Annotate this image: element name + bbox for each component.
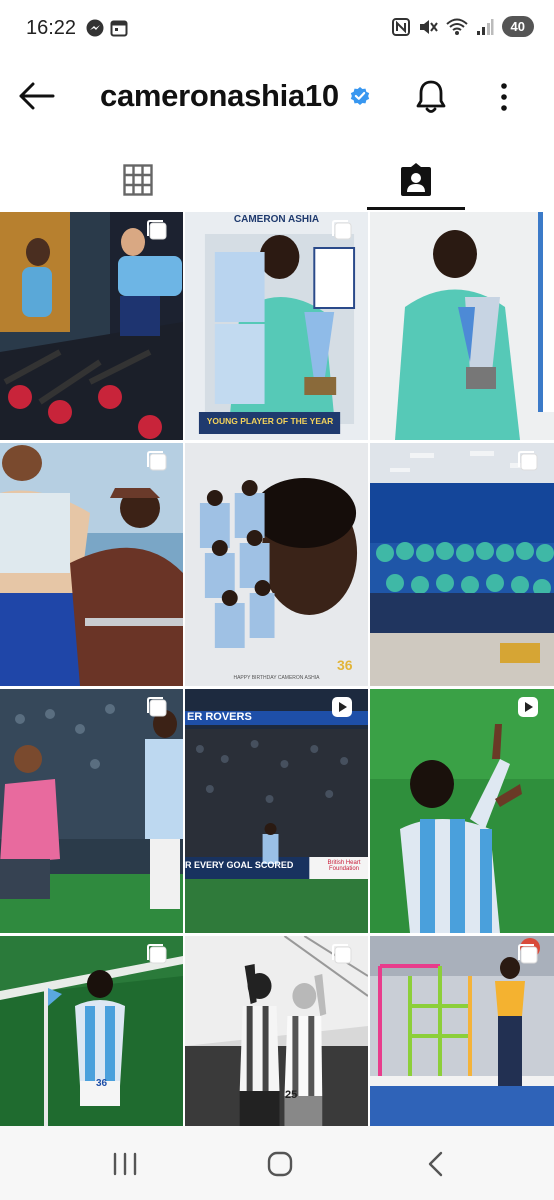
home-icon <box>267 1151 293 1177</box>
post-thumbnail[interactable] <box>0 212 183 440</box>
recents-button[interactable] <box>95 1142 155 1186</box>
nfc-icon <box>391 17 410 36</box>
status-bar: 16:22 40 <box>0 0 554 58</box>
post-image <box>185 689 368 933</box>
sponsor-board-text: British Heart Foundation <box>327 860 361 872</box>
carousel-icon <box>147 944 167 964</box>
post-thumbnail[interactable] <box>370 212 554 440</box>
notifications-button[interactable] <box>408 74 454 120</box>
reel-icon <box>332 697 352 717</box>
post-thumbnail[interactable]: 25 <box>185 936 368 1126</box>
post-thumbnail[interactable]: 36 HAPPY BIRTHDAY CAMERON ASHIA <box>185 443 368 686</box>
ad-board-text: R EVERY GOAL SCORED <box>185 860 294 870</box>
carousel-icon <box>147 697 167 717</box>
grid-icon <box>123 164 153 196</box>
tab-posts-grid[interactable] <box>89 150 187 210</box>
arrow-left-icon <box>19 82 55 110</box>
post-image <box>370 689 554 933</box>
status-left-icons <box>86 19 128 37</box>
shirt-number: 36 <box>337 657 353 673</box>
carousel-icon <box>518 451 538 471</box>
home-button[interactable] <box>250 1142 310 1186</box>
mute-icon <box>419 19 438 34</box>
profile-username: cameronashia10 <box>100 78 339 113</box>
tagged-posts-grid: CAMERON ASHIA YOUNG PLAYER OF THE YEAR 3… <box>0 212 554 1126</box>
shirt-number: 36 <box>96 1078 108 1089</box>
profile-tabs <box>0 150 554 212</box>
verified-badge-icon <box>350 87 369 105</box>
post-thumbnail[interactable] <box>370 443 554 686</box>
poster-caption: YOUNG PLAYER OF THE YEAR <box>206 416 334 426</box>
more-options-button[interactable] <box>486 74 522 120</box>
post-thumbnail[interactable] <box>370 689 554 933</box>
birthday-caption: HAPPY BIRTHDAY CAMERON ASHIA <box>233 675 320 681</box>
carousel-icon <box>332 220 352 240</box>
post-image <box>0 443 183 686</box>
profile-header: cameronashia10 <box>0 58 554 134</box>
battery-indicator: 40 <box>501 16 534 37</box>
status-right-icons: 40 <box>391 16 534 37</box>
post-image <box>185 443 368 686</box>
wifi-icon <box>445 18 468 35</box>
post-thumbnail[interactable]: 36 <box>0 936 183 1126</box>
status-time: 16:22 <box>26 17 77 39</box>
back-button[interactable] <box>14 74 58 118</box>
tab-tagged[interactable] <box>367 150 465 210</box>
android-nav-bar <box>0 1126 554 1200</box>
post-image <box>185 212 368 440</box>
system-back-button[interactable] <box>405 1142 465 1186</box>
shirt-number: 25 <box>285 1089 298 1101</box>
calendar-icon <box>110 20 128 37</box>
chevron-left-icon <box>428 1151 443 1177</box>
post-thumbnail[interactable]: CAMERON ASHIA YOUNG PLAYER OF THE YEAR <box>185 212 368 440</box>
post-thumbnail[interactable] <box>0 689 183 933</box>
bell-icon <box>416 80 446 113</box>
carousel-icon <box>147 220 167 240</box>
post-thumbnail[interactable] <box>370 936 554 1126</box>
post-image <box>370 212 554 440</box>
more-vertical-icon <box>501 83 507 111</box>
carousel-icon <box>147 451 167 471</box>
carousel-icon <box>518 944 538 964</box>
messenger-icon <box>86 19 104 37</box>
post-image <box>0 689 183 933</box>
carousel-icon <box>332 944 352 964</box>
stadium-banner-text: ER ROVERS <box>187 711 252 723</box>
tagged-person-icon <box>401 163 431 196</box>
reel-icon <box>518 697 538 717</box>
post-thumbnail[interactable]: ER ROVERS R EVERY GOAL SCORED British He… <box>185 689 368 933</box>
signal-icon <box>476 18 494 35</box>
username-wrap: cameronashia10 <box>100 78 371 114</box>
post-image <box>370 443 554 686</box>
post-thumbnail[interactable] <box>0 443 183 686</box>
post-image <box>0 212 183 440</box>
recents-icon <box>113 1152 137 1176</box>
active-tab-indicator <box>367 207 465 210</box>
